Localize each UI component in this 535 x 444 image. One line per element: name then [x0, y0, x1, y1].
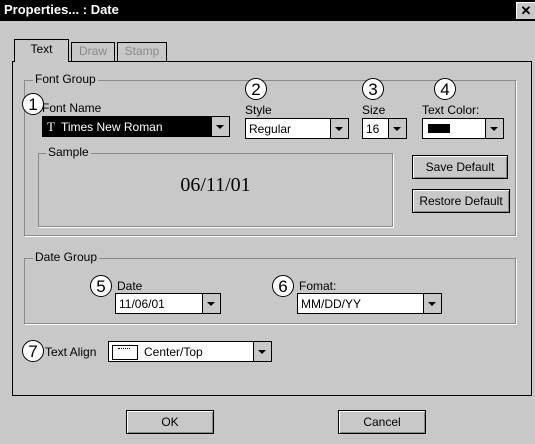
chevron-down-icon: [216, 125, 224, 129]
format-value: MM/DD/YY: [301, 297, 361, 311]
chevron-down-icon: [428, 302, 436, 306]
size-dropdown[interactable]: 16: [362, 118, 407, 139]
date-group-label: Date Group: [33, 250, 100, 264]
chevron-down-icon: [207, 302, 215, 306]
chevron-down-icon: [393, 127, 401, 131]
save-default-button[interactable]: Save Default: [412, 155, 508, 179]
format-dropdown[interactable]: MM/DD/YY: [297, 293, 442, 314]
style-dropdown-button[interactable]: [330, 119, 348, 138]
close-button[interactable]: ✕: [516, 2, 535, 19]
callout-6: 6: [272, 275, 294, 297]
font-name-label: Font Name: [42, 101, 102, 115]
text-align-label: Text Align: [45, 345, 97, 359]
chevron-down-icon: [258, 350, 266, 354]
text-align-value-wrapper: Center/Top: [112, 345, 203, 361]
color-swatch: [428, 124, 450, 133]
cancel-button[interactable]: Cancel: [338, 410, 426, 434]
sample-preview-text: 06/11/01: [180, 174, 251, 196]
callout-7: 7: [22, 340, 44, 362]
size-dropdown-button[interactable]: [388, 119, 406, 138]
style-value: Regular: [249, 122, 292, 136]
style-label: Style: [245, 103, 272, 117]
text-color-dropdown[interactable]: [422, 118, 504, 139]
restore-default-button[interactable]: Restore Default: [412, 189, 510, 213]
text-align-dropdown[interactable]: Center/Top: [108, 341, 272, 362]
tab-text[interactable]: Text: [14, 39, 69, 62]
chevron-down-icon: [335, 127, 343, 131]
size-label: Size: [362, 103, 386, 117]
font-name-value: Times New Roman: [60, 120, 163, 134]
font-name-value-wrapper: T Times New Roman: [43, 117, 216, 136]
format-dropdown-button[interactable]: [423, 294, 441, 313]
text-align-dropdown-button[interactable]: [253, 342, 271, 361]
text-color-label: Text Color:: [422, 103, 480, 117]
format-label: Fomat:: [299, 279, 337, 293]
text-align-value: Center/Top: [144, 345, 203, 359]
window-title: Properties... : Date: [4, 2, 119, 17]
callout-1: 1: [22, 93, 44, 115]
font-name-dropdown-button[interactable]: [211, 117, 229, 136]
truetype-icon: T: [47, 119, 55, 134]
date-value: 11/06/01: [119, 297, 165, 311]
sample-label: Sample: [46, 145, 91, 159]
align-center-top-icon: [112, 345, 138, 361]
tab-stamp[interactable]: Stamp: [117, 42, 167, 61]
date-dropdown[interactable]: 11/06/01: [115, 293, 221, 314]
date-dropdown-button[interactable]: [202, 294, 220, 313]
callout-3: 3: [362, 78, 384, 100]
callout-2: 2: [245, 78, 267, 100]
tab-draw[interactable]: Draw: [71, 42, 115, 61]
font-name-dropdown[interactable]: T Times New Roman: [42, 116, 230, 137]
size-value: 16: [366, 122, 380, 136]
callout-5: 5: [90, 275, 112, 297]
text-color-dropdown-button[interactable]: [485, 119, 503, 138]
ok-button[interactable]: OK: [126, 410, 214, 434]
font-group-label: Font Group: [33, 72, 98, 86]
callout-4: 4: [434, 78, 456, 100]
date-label: Date: [117, 279, 143, 293]
chevron-down-icon: [490, 127, 498, 131]
style-dropdown[interactable]: Regular: [245, 118, 349, 139]
